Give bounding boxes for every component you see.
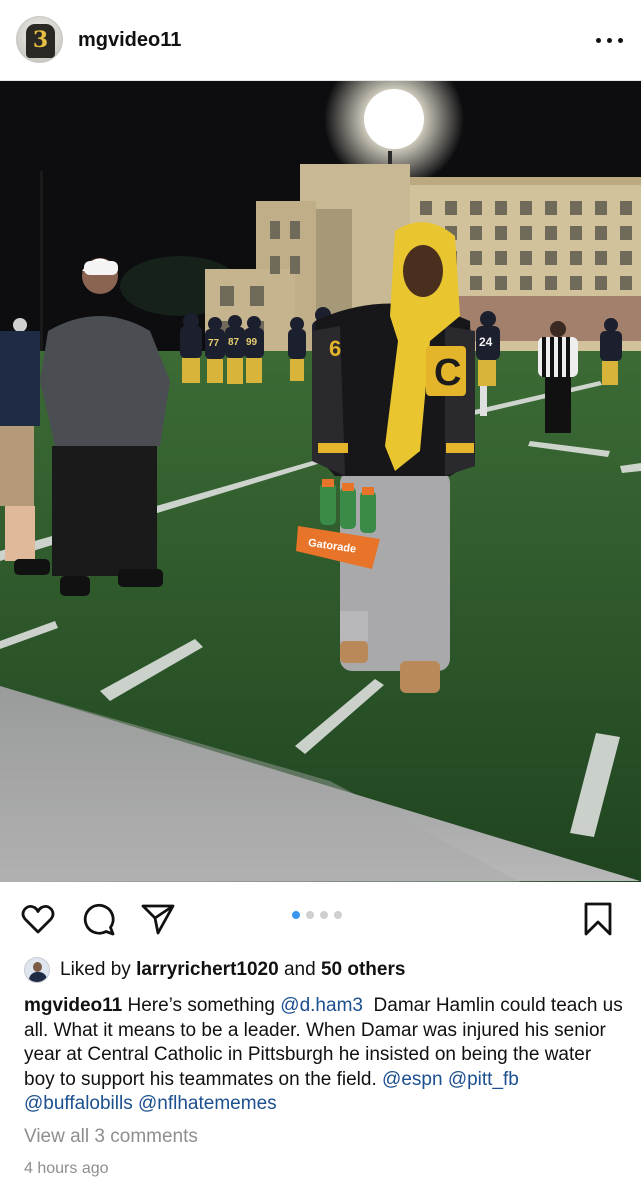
comment-icon[interactable] xyxy=(81,901,117,937)
caption-text-1: Here’s something xyxy=(127,995,276,1016)
carousel-dot xyxy=(334,911,342,919)
light-pole-left xyxy=(40,171,43,381)
mention-link[interactable]: @buffalobills xyxy=(24,1093,133,1114)
carousel-dot-active xyxy=(292,911,300,919)
post-header: 3 mgvideo11 xyxy=(0,0,641,80)
mention-link[interactable]: @d.ham3 xyxy=(280,995,363,1016)
likes-row: Liked by larryrichert1020 and 50 others xyxy=(24,956,624,984)
post-timestamp: 4 hours ago xyxy=(24,1160,109,1177)
post-caption: mgvideo11 Here’s something @d.ham3 Damar… xyxy=(24,994,624,1117)
likes-count[interactable]: 50 others xyxy=(321,959,405,981)
likes-and: and xyxy=(283,959,316,980)
mention-link[interactable]: @espn xyxy=(382,1069,443,1090)
post-username[interactable]: mgvideo11 xyxy=(78,29,181,52)
post-photo[interactable]: 77 87 99 24 C 6 Gatorade xyxy=(0,81,641,882)
jersey-number: 77 xyxy=(208,338,220,349)
more-options-icon[interactable] xyxy=(592,30,628,50)
view-all-comments-link[interactable]: View all 3 comments xyxy=(24,1126,198,1148)
stadium-light xyxy=(364,89,424,149)
jersey-number: 99 xyxy=(246,337,258,348)
sleeve-number: 6 xyxy=(329,336,341,361)
avatar-jersey-number: 3 xyxy=(32,27,49,53)
likes-prefix: Liked by xyxy=(60,959,131,980)
user-avatar[interactable]: 3 xyxy=(16,16,63,63)
heart-icon[interactable] xyxy=(20,901,56,937)
jersey-number: 87 xyxy=(228,337,240,348)
mention-link[interactable]: @nflhatememes xyxy=(138,1093,277,1114)
liker-avatar[interactable] xyxy=(24,957,50,983)
bookmark-icon[interactable] xyxy=(580,901,616,937)
jersey-number: 24 xyxy=(479,335,493,349)
share-icon[interactable] xyxy=(140,901,176,937)
jacket-letter: C xyxy=(434,352,461,394)
carousel-indicator xyxy=(292,911,342,919)
liker-username[interactable]: larryrichert1020 xyxy=(136,959,279,981)
mention-link[interactable]: @pitt_fb xyxy=(448,1069,519,1090)
carousel-dot xyxy=(320,911,328,919)
football-field-photo: 77 87 99 24 C 6 Gatorade xyxy=(0,81,641,882)
caption-author[interactable]: mgvideo11 xyxy=(24,995,122,1016)
carousel-dot xyxy=(306,911,314,919)
